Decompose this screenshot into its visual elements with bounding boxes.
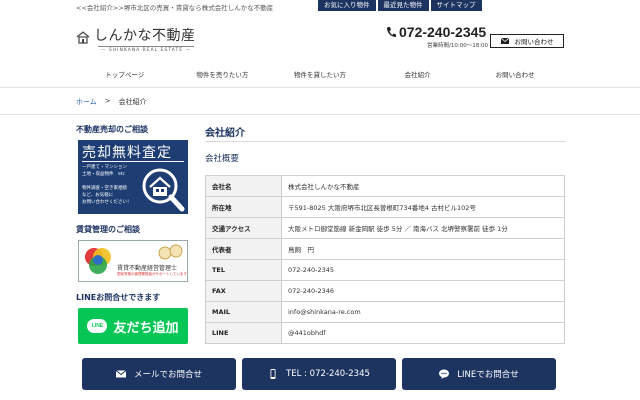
row-label: 所在地	[205, 196, 282, 218]
sell-banner-divider	[82, 161, 184, 162]
sitemap-link[interactable]: サイトマップ	[430, 0, 482, 11]
row-value: 072-240-2345	[281, 259, 565, 281]
page-title: 会社紹介	[205, 128, 245, 139]
sell-banner-line: 一戸建て・マンション	[82, 165, 127, 170]
section-title: 会社概要	[205, 154, 240, 164]
line-add-friend-button[interactable]: LINE 友だち追加	[78, 308, 188, 344]
row-value: 鳥飼 円	[281, 238, 565, 260]
sell-banner-title: 売却無料査定	[82, 145, 172, 161]
row-value: 大阪メトロ御堂筋線 新金岡駅 徒歩 5分 ／ 南海バス 北堺警察署前 徒歩 1分	[281, 217, 565, 239]
business-hours: 営業時間/10:00〜18:00	[427, 43, 489, 49]
nav-sell[interactable]: 物件を売りたい方	[174, 66, 272, 84]
sell-banner-line: 土地・収益物件 etc	[82, 172, 126, 177]
line-contact-label: LINEでお問合せ	[457, 370, 519, 380]
nav-company[interactable]: 会社紹介	[369, 66, 467, 84]
line-button-label: 友だち追加	[113, 320, 179, 336]
row-value: 〒591-8025 大阪府堺市北区長曽根町734番地4 古村ビル102号	[281, 196, 565, 218]
sell-appraisal-banner[interactable]: 売却無料査定 一戸建て・マンション 土地・収益物件 etc 物件調査・空き家相続…	[78, 140, 188, 214]
sell-banner-line: お問い合わせください！	[82, 200, 132, 205]
chat-bubble-icon	[439, 369, 450, 379]
row-value: 072-240-2346	[281, 280, 565, 302]
sell-banner-line: など、お気軽に	[82, 193, 114, 198]
breadcrumb-home[interactable]: ホーム	[76, 97, 97, 107]
mail-icon	[500, 38, 509, 44]
nav-top[interactable]: トップページ	[76, 66, 174, 84]
favorites-link[interactable]: お気に入り物件	[318, 0, 376, 11]
line-heading: LINEお問合せできます	[76, 293, 161, 302]
recently-viewed-link[interactable]: 最近見た物件	[377, 0, 429, 11]
tel-contact-label: TEL : 072-240-2345	[286, 369, 370, 379]
rent-management-banner[interactable]: 賃貸不動産経営管理士 国家資格の管理業務者がサポートしています	[78, 240, 188, 282]
mail-contact-button[interactable]: メールでお問合せ	[82, 358, 236, 390]
bottom-contact-bar: メールでお問合せ TEL : 072-240-2345 LINEでお問合せ	[82, 358, 556, 390]
row-label: TEL	[205, 259, 282, 281]
logo-text: しんかな不動産	[94, 28, 196, 44]
breadcrumb-divider	[0, 114, 640, 115]
phone-icon	[387, 27, 396, 37]
table-row: FAX 072-240-2346	[205, 280, 565, 302]
row-value: info@shinkana-re.com	[281, 301, 565, 323]
table-row: MAIL info@shinkana-re.com	[205, 301, 565, 323]
site-tagline: <<会社紹介>>堺市北区の売買・賃貸なら株式会社しんかな不動産	[76, 4, 274, 12]
sell-heading: 不動産売却のご相談	[76, 125, 148, 134]
top-links: お気に入り物件 最近見た物件 サイトマップ	[318, 0, 482, 11]
table-row: 代表者 鳥飼 円	[205, 238, 565, 260]
nav-rent[interactable]: 物件を貸したい方	[271, 66, 369, 84]
logo-subtext: — SHINKANA REAL ESTATE —	[98, 46, 194, 53]
title-divider	[205, 141, 565, 142]
rent-banner-subtext: 国家資格の管理業務者がサポートしています	[117, 272, 187, 276]
phone-number: 072-240-2345	[399, 24, 487, 40]
row-value: 株式会社しんかな不動産	[281, 175, 565, 197]
breadcrumb-separator: >	[104, 97, 111, 105]
table-row: TEL 072-240-2345	[205, 259, 565, 281]
row-label: MAIL	[205, 301, 282, 323]
row-label: 代表者	[205, 238, 282, 260]
row-label: 会社名	[205, 175, 282, 197]
row-label: FAX	[205, 280, 282, 302]
smartphone-icon	[270, 369, 276, 379]
site-logo[interactable]: しんかな不動産 — SHINKANA REAL ESTATE —	[76, 28, 196, 53]
contact-button-label: お問い合わせ	[514, 38, 554, 46]
row-label: 交通アクセス	[205, 217, 282, 239]
breadcrumb-current: 会社紹介	[118, 98, 147, 106]
sell-banner-line: 物件調査・空き家相続	[82, 186, 127, 191]
mail-contact-label: メールでお問合せ	[133, 370, 202, 380]
line-logo-icon: LINE	[87, 319, 108, 333]
main-nav: トップページ 物件を売りたい方 物件を貸したい方 会社紹介 お問い合わせ	[76, 66, 564, 84]
tel-contact-button[interactable]: TEL : 072-240-2345	[242, 358, 396, 390]
table-row: 会社名 株式会社しんかな不動産	[205, 175, 565, 197]
row-value: @441obhdf	[281, 322, 565, 344]
table-row: 所在地 〒591-8025 大阪府堺市北区長曽根町734番地4 古村ビル102号	[205, 196, 565, 218]
rent-heading: 賃貸管理のご相談	[76, 225, 140, 234]
line-contact-button[interactable]: LINEでお問合せ	[402, 358, 556, 390]
top-strip: <<会社紹介>>堺市北区の売買・賃貸なら株式会社しんかな不動産 お気に入り物件 …	[0, 0, 640, 12]
house-logo-icon	[76, 31, 90, 44]
table-row: LINE @441obhdf	[205, 322, 565, 344]
colorful-leaf-icon	[85, 248, 111, 274]
nav-contact[interactable]: お問い合わせ	[466, 66, 564, 84]
breadcrumb: ホーム > 会社紹介	[76, 97, 147, 107]
coins-icon	[158, 244, 183, 260]
header-contact-button[interactable]: お問い合わせ	[490, 34, 564, 48]
house-magnifier-icon	[142, 168, 185, 212]
rent-banner-text: 賃貸不動産経営管理士	[117, 265, 178, 272]
header-phone[interactable]: 072-240-2345	[386, 24, 486, 40]
company-info-table: 会社名 株式会社しんかな不動産 所在地 〒591-8025 大阪府堺市北区長曽根町73…	[205, 175, 565, 344]
row-label: LINE	[205, 322, 282, 344]
table-row: 交通アクセス 大阪メトロ御堂筋線 新金岡駅 徒歩 5分 ／ 南海バス 北堺警察署前…	[205, 217, 565, 239]
nav-divider	[0, 87, 640, 88]
mail-icon	[115, 370, 126, 378]
